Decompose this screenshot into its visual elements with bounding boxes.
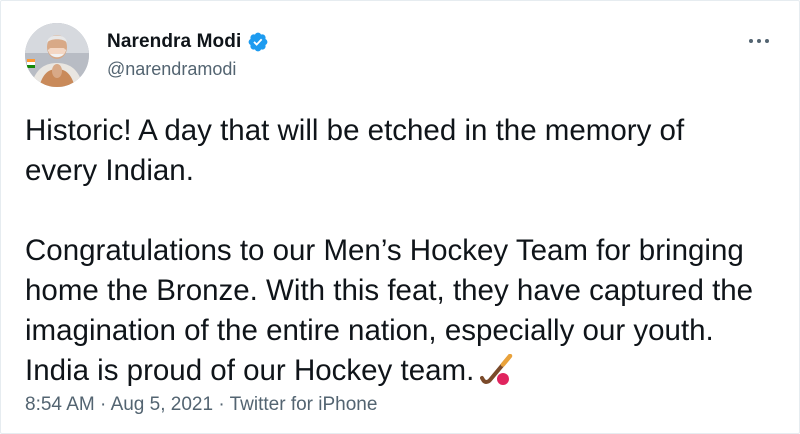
display-name-row: Narendra Modi [107,31,269,53]
tweet-line-3: Congratulations to our Men’s Hockey Team… [25,234,744,267]
tweet-text: Historic! A day that will be etched in t… [25,111,795,397]
avatar-image [25,23,89,87]
tweet-source: Twitter for iPhone [229,394,378,415]
tweet-time[interactable]: 8:54 AM [25,394,95,415]
tweet-line-6-wrap: India is proud of our Hockey team. [25,351,795,397]
avatar[interactable] [25,23,89,87]
tweet-line-1: Historic! A day that will be etched in t… [25,114,685,147]
author-handle[interactable]: @narendramodi [107,59,269,80]
author-names: Narendra Modi @narendramodi [107,31,269,80]
tweet-line-2: every Indian. [25,154,194,187]
more-options-icon[interactable] [747,33,771,49]
tweet-line-5: imagination of the entire nation, especi… [25,314,714,347]
meta-separator: · [94,394,111,415]
more-dot [749,39,753,43]
verified-badge-icon [247,31,269,53]
meta-separator: · [213,394,230,415]
more-dot [765,39,769,43]
tweet-date[interactable]: Aug 5, 2021 [111,394,213,415]
tweet-line-6: India is proud of our Hockey team. [25,354,475,387]
tweet-meta: 8:54 AM · Aug 5, 2021 · Twitter for iPho… [25,394,377,416]
display-name[interactable]: Narendra Modi [107,31,241,53]
tweet-header: Narendra Modi @narendramodi [25,23,779,91]
more-dot [757,39,761,43]
tweet-line-4: home the Bronze. With this feat, they ha… [25,274,754,307]
field-hockey-emoji-icon [480,353,516,397]
tweet-card: Narendra Modi @narendramodi Historic! A … [0,0,800,434]
